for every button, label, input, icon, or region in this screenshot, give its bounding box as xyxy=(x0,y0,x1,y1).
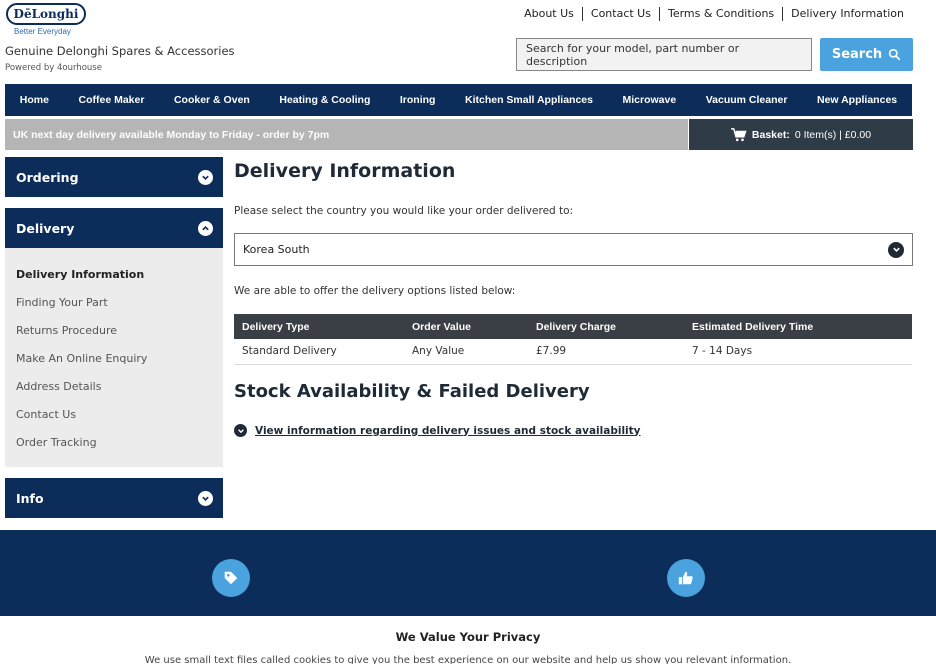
sidebar-info-label: Info xyxy=(16,490,44,506)
top-link-delivery-information[interactable]: Delivery Information xyxy=(782,7,912,21)
cart-icon xyxy=(731,127,747,141)
page-title: Delivery Information xyxy=(234,160,456,182)
sidebar-info-header[interactable]: Info xyxy=(5,478,223,518)
basket-button[interactable]: Basket: 0 Item(s) | £0.00 xyxy=(689,119,913,150)
privacy-text: We use small text files called cookies t… xyxy=(144,655,792,664)
nav-item-home[interactable]: Home xyxy=(20,94,49,106)
sidebar-item-returns-procedure[interactable]: Returns Procedure xyxy=(5,316,223,344)
table-header: Estimated Delivery Time xyxy=(684,314,912,339)
sidebar-delivery-list: Delivery Information Finding Your Part R… xyxy=(5,248,223,467)
table-header: Order Value xyxy=(404,314,528,339)
powered-by: Powered by 4ourhouse xyxy=(5,63,102,73)
table-header-row: Delivery Type Order Value Delivery Charg… xyxy=(234,314,912,339)
sidebar-delivery-label: Delivery xyxy=(16,220,75,236)
nav-item-ironing[interactable]: Ironing xyxy=(400,94,436,106)
table-cell: Standard Delivery xyxy=(234,339,404,365)
sidebar-item-address-details[interactable]: Address Details xyxy=(5,372,223,400)
thumbs-up-icon xyxy=(667,559,705,597)
main-nav: Home Coffee Maker Cooker & Oven Heating … xyxy=(5,84,912,116)
table-header: Delivery Type xyxy=(234,314,404,339)
search-icon xyxy=(888,48,901,61)
sidebar-item-order-tracking[interactable]: Order Tracking xyxy=(5,428,223,456)
nav-item-vacuum-cleaner[interactable]: Vacuum Cleaner xyxy=(706,94,788,106)
sidebar-delivery-header[interactable]: Delivery xyxy=(5,208,223,248)
footer-band xyxy=(0,530,936,616)
brand-tagline: Better Everyday xyxy=(14,27,71,36)
country-select-value: Korea South xyxy=(243,243,310,256)
basket-label: Basket: xyxy=(751,128,790,141)
top-links: About Us Contact Us Terms & Conditions D… xyxy=(516,7,912,21)
chevron-down-icon xyxy=(888,241,904,258)
chevron-down-icon xyxy=(198,490,213,506)
delivery-options-table: Delivery Type Order Value Delivery Charg… xyxy=(234,314,912,365)
search-input[interactable]: Search for your model, part number or de… xyxy=(516,38,812,71)
nav-item-cooker-oven[interactable]: Cooker & Oven xyxy=(174,94,250,106)
sidebar-ordering-header[interactable]: Ordering xyxy=(5,157,223,197)
tag-icon xyxy=(212,559,250,597)
top-link-contact-us[interactable]: Contact Us xyxy=(581,7,659,21)
table-cell: £7.99 xyxy=(528,339,684,365)
sidebar-item-delivery-information[interactable]: Delivery Information xyxy=(5,260,223,288)
nav-item-heating-cooling[interactable]: Heating & Cooling xyxy=(279,94,370,106)
nav-item-coffee-maker[interactable]: Coffee Maker xyxy=(78,94,144,106)
sidebar-item-contact-us[interactable]: Contact Us xyxy=(5,400,223,428)
stock-info-toggle[interactable]: View information regarding delivery issu… xyxy=(234,424,641,437)
table-row: Standard Delivery Any Value £7.99 7 - 14… xyxy=(234,339,912,365)
sidebar-item-online-enquiry[interactable]: Make An Online Enquiry xyxy=(5,344,223,372)
privacy-title: We Value Your Privacy xyxy=(395,630,541,644)
sidebar-ordering-label: Ordering xyxy=(16,169,79,185)
table-cell: Any Value xyxy=(404,339,528,365)
brand-logo[interactable]: DēLonghi xyxy=(6,3,86,25)
country-select-prompt: Please select the country you would like… xyxy=(234,205,574,217)
promo-banner: UK next day delivery available Monday to… xyxy=(5,119,688,150)
sidebar-item-finding-your-part[interactable]: Finding Your Part xyxy=(5,288,223,316)
stock-info-link[interactable]: View information regarding delivery issu… xyxy=(255,425,641,437)
chevron-up-icon xyxy=(198,220,213,236)
search-button-label: Search xyxy=(831,47,883,62)
delivery-options-intro: We are able to offer the delivery option… xyxy=(234,285,516,297)
top-link-terms[interactable]: Terms & Conditions xyxy=(658,7,782,21)
table-header: Delivery Charge xyxy=(528,314,684,339)
basket-summary: 0 Item(s) | £0.00 xyxy=(794,128,872,141)
chevron-down-icon xyxy=(198,169,213,185)
stock-section-title: Stock Availability & Failed Delivery xyxy=(234,381,590,402)
table-cell: 7 - 14 Days xyxy=(684,339,912,365)
nav-item-kitchen-small-appliances[interactable]: Kitchen Small Appliances xyxy=(465,94,593,106)
chevron-down-icon xyxy=(234,424,247,437)
search-button[interactable]: Search xyxy=(820,38,913,71)
site-name: Genuine Delonghi Spares & Accessories xyxy=(5,44,235,58)
country-select[interactable]: Korea South xyxy=(234,233,913,266)
nav-item-new-appliances[interactable]: New Appliances xyxy=(817,94,897,106)
top-link-about-us[interactable]: About Us xyxy=(516,7,582,21)
nav-item-microwave[interactable]: Microwave xyxy=(623,94,677,106)
